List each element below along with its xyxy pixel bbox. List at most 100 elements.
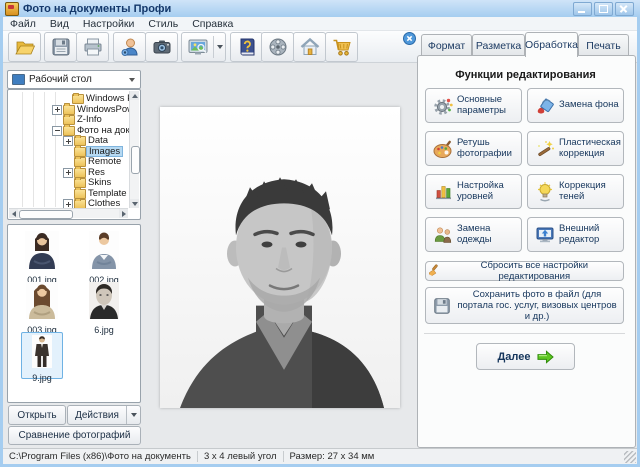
user-capture-icon (119, 36, 141, 58)
save-to-file-button[interactable]: Сохранить фото в файл (для портала гос. … (425, 287, 624, 324)
menu-item-settings[interactable]: Настройки (76, 18, 142, 30)
save-button[interactable] (44, 32, 77, 62)
tab-processing-active[interactable]: Обработка (525, 32, 578, 57)
tree-item[interactable]: Data (86, 135, 110, 146)
close-button[interactable] (615, 2, 634, 16)
home-button[interactable] (293, 32, 326, 62)
external-editor-button[interactable]: Внешний редактор (527, 217, 624, 252)
gears-icon (432, 95, 454, 117)
replace-clothes-button[interactable]: Замена одежды (425, 217, 522, 252)
tree-expander-icon[interactable] (63, 168, 73, 178)
reset-button-label: Сбросить все настройки редактирования (446, 260, 623, 282)
people-icon (432, 224, 454, 246)
tree-item[interactable]: Res (86, 167, 107, 178)
scroll-down-icon[interactable] (130, 199, 139, 208)
scroll-right-icon[interactable] (119, 209, 128, 218)
shadow-correction-button[interactable]: Коррекция теней (527, 174, 624, 209)
tree-horizontal-scrollbar[interactable] (9, 208, 128, 218)
tab-label: Формат (428, 40, 465, 52)
next-button[interactable]: Далее (476, 343, 575, 370)
menu-item-help[interactable]: Справка (185, 18, 240, 30)
panel-close-icon[interactable] (403, 32, 416, 45)
menu-item-view[interactable]: Вид (43, 18, 76, 30)
thumbnail-9-selected[interactable]: 9.jpg (21, 332, 63, 379)
retouch-photo-button[interactable]: Ретушь фотографии (425, 131, 522, 166)
brush-icon (426, 263, 442, 279)
status-file-path: C:\Program Files (x86)\Фото на документы… (9, 451, 191, 462)
basic-parameters-button[interactable]: Основные параметры (425, 88, 522, 123)
app-window: Фото на документы Профи Файл Вид Настрой… (0, 0, 640, 467)
capture-photo-button[interactable] (113, 32, 146, 62)
compare-button-label: Сравнение фотографий (19, 430, 131, 441)
light-bulb-icon (534, 181, 556, 203)
thumbnail-label: 6.jpg (84, 325, 124, 335)
help-book-icon (236, 36, 258, 58)
menu-item-style[interactable]: Стиль (141, 18, 185, 30)
open-photo-button[interactable] (8, 32, 41, 62)
levels-bars-icon (432, 181, 454, 203)
tree-collapser-icon[interactable] (52, 126, 62, 136)
folder-tree: Windows Po WindowsPow Z-Info Фото на док… (7, 89, 141, 220)
dropdown-caret-icon (129, 78, 135, 82)
help-button[interactable] (230, 32, 263, 62)
resize-grip[interactable] (624, 451, 636, 463)
function-label: Пластическая коррекция (559, 138, 623, 159)
function-label: Основные параметры (457, 95, 521, 116)
scrollbar-thumb[interactable] (19, 210, 73, 219)
tree-item[interactable]: Z-Info (75, 114, 104, 125)
open-button[interactable]: Открыть (8, 405, 66, 425)
maximize-button[interactable] (594, 2, 613, 16)
photo-thumbnail (32, 335, 52, 368)
magic-wand-icon (534, 138, 556, 160)
open-folder-icon (14, 36, 36, 58)
function-label: Внешний редактор (559, 224, 623, 245)
levels-adjust-button[interactable]: Настройка уровней (425, 174, 522, 209)
tab-format[interactable]: Формат (421, 34, 472, 56)
tab-layout[interactable]: Разметка (472, 34, 525, 56)
panel-divider (424, 333, 625, 334)
thumbnail-6[interactable]: 6.jpg (84, 282, 124, 335)
open-button-label: Открыть (17, 410, 56, 421)
view-mode-button[interactable] (181, 32, 226, 62)
scrollbar-thumb[interactable] (131, 146, 140, 174)
menu-item-file[interactable]: Файл (3, 18, 43, 30)
tree-item[interactable]: Template (86, 188, 129, 199)
tree-item[interactable]: Skins (86, 177, 113, 188)
home-icon (299, 36, 321, 58)
tree-expander-icon[interactable] (52, 105, 62, 115)
video-icon (267, 36, 289, 58)
title-bar: Фото на документы Профи (0, 0, 640, 17)
actions-button[interactable]: Действия (67, 405, 141, 425)
cart-icon (331, 36, 353, 58)
reset-settings-button[interactable]: Сбросить все настройки редактирования (425, 261, 624, 281)
compare-photos-button[interactable]: Сравнение фотографий (8, 426, 141, 445)
minimize-button[interactable] (573, 2, 592, 16)
photo-thumbnail (89, 282, 119, 319)
function-label: Замена фона (559, 100, 619, 111)
status-format: 3 x 4 левый угол (204, 451, 277, 462)
tab-print[interactable]: Печать (578, 34, 629, 56)
cart-button[interactable] (325, 32, 358, 62)
scroll-up-icon[interactable] (130, 91, 139, 100)
tree-item[interactable]: Remote (86, 156, 123, 167)
thumbnail-001[interactable]: 001.jpg (22, 231, 62, 285)
print-button[interactable] (76, 32, 109, 62)
thumbnail-002[interactable]: 002.jpg (84, 231, 124, 285)
view-mode-dropdown-caret-icon[interactable] (217, 45, 223, 49)
tree-item[interactable]: Фото на док (75, 125, 132, 136)
location-dropdown[interactable]: Рабочий стол (7, 70, 141, 89)
actions-dropdown-caret-icon[interactable] (126, 406, 140, 424)
thumbnail-003[interactable]: 003.jpg (22, 282, 62, 335)
tree-expander-icon[interactable] (63, 136, 73, 146)
panel-heading: Функции редактирования (420, 69, 631, 81)
video-button[interactable] (261, 32, 294, 62)
plastic-correction-button[interactable]: Пластическая коррекция (527, 131, 624, 166)
function-label: Коррекция теней (559, 181, 623, 202)
replace-background-button[interactable]: Замена фона (527, 88, 624, 123)
function-label: Ретушь фотографии (457, 138, 521, 159)
scroll-left-icon[interactable] (9, 209, 18, 218)
tree-item[interactable]: WindowsPow (75, 104, 136, 115)
tree-vertical-scrollbar[interactable] (129, 91, 139, 208)
actions-button-label: Действия (68, 406, 126, 424)
camera-button[interactable] (145, 32, 178, 62)
